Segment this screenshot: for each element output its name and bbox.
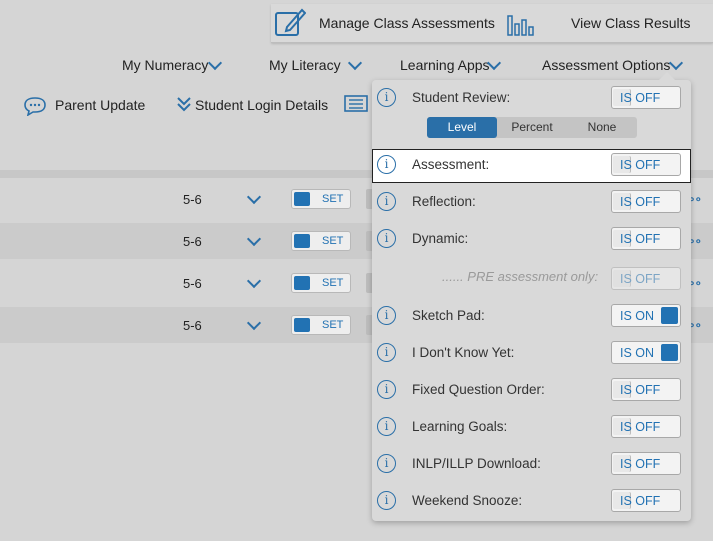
- option-student-review: i Student Review: IS OFF: [372, 84, 691, 114]
- option-label: Student Review:: [412, 90, 511, 105]
- option-learning-goals: i Learning Goals: IS OFF: [372, 413, 691, 443]
- option-label: Learning Goals:: [412, 419, 508, 434]
- reflection-toggle[interactable]: IS OFF: [611, 190, 681, 213]
- chevron-down-icon[interactable]: [246, 189, 262, 205]
- pre-assessment-label: ...... PRE assessment only:: [442, 269, 599, 284]
- option-i-dont-know-yet: i I Don't Know Yet: IS ON: [372, 339, 691, 369]
- grade-cell: 5-6: [183, 234, 202, 249]
- segment-percent[interactable]: Percent: [497, 117, 567, 138]
- menu-learning-apps[interactable]: Learning Apps: [400, 57, 490, 73]
- info-icon[interactable]: i: [377, 88, 396, 107]
- set-toggle[interactable]: SET: [291, 315, 351, 335]
- weekend-snooze-toggle[interactable]: IS OFF: [611, 489, 681, 512]
- set-toggle[interactable]: SET: [291, 189, 351, 209]
- menu-my-numeracy[interactable]: My Numeracy: [122, 57, 208, 73]
- option-dynamic: i Dynamic: IS OFF: [372, 225, 691, 255]
- option-label: Reflection:: [412, 194, 476, 209]
- set-toggle[interactable]: SET: [291, 231, 351, 251]
- pre-assessment-option: ...... PRE assessment only:: [412, 262, 598, 284]
- inlp-illp-download-toggle[interactable]: IS OFF: [611, 452, 681, 475]
- parent-update-link[interactable]: Parent Update: [55, 97, 145, 113]
- student-review-toggle[interactable]: IS OFF: [611, 86, 681, 109]
- option-reflection: i Reflection: IS OFF: [372, 188, 691, 218]
- chevron-down-icon[interactable]: [246, 315, 262, 331]
- segment-level[interactable]: Level: [427, 117, 497, 138]
- option-label: Dynamic:: [412, 231, 469, 246]
- sketch-pad-toggle[interactable]: IS ON: [611, 304, 681, 327]
- grade-cell: 5-6: [183, 276, 202, 291]
- double-chevron-down-icon[interactable]: [176, 96, 192, 114]
- segment-none[interactable]: None: [567, 117, 637, 138]
- option-assessment: i Assessment: IS OFF: [372, 151, 691, 181]
- i-dont-know-yet-toggle[interactable]: IS ON: [611, 341, 681, 364]
- info-icon[interactable]: i: [377, 306, 396, 325]
- assessment-options-popup: i Student Review: IS OFF Level Percent N…: [372, 72, 691, 521]
- bar-chart-icon[interactable]: [507, 12, 537, 36]
- assessment-toggle[interactable]: IS OFF: [611, 153, 681, 176]
- info-icon[interactable]: i: [377, 155, 396, 174]
- info-icon[interactable]: i: [377, 343, 396, 362]
- chevron-down-icon[interactable]: [246, 231, 262, 247]
- info-icon[interactable]: i: [377, 192, 396, 211]
- learning-goals-toggle[interactable]: IS OFF: [611, 415, 681, 438]
- chevron-down-icon[interactable]: [668, 55, 684, 71]
- info-icon[interactable]: i: [377, 229, 396, 248]
- option-label: Assessment:: [412, 157, 490, 172]
- info-icon[interactable]: i: [377, 380, 396, 399]
- info-icon[interactable]: i: [377, 417, 396, 436]
- menu-my-literacy[interactable]: My Literacy: [269, 57, 341, 73]
- option-inlp-illp-download: i INLP/ILLP Download: IS OFF: [372, 450, 691, 480]
- chevron-down-icon[interactable]: [207, 55, 223, 71]
- option-label: Weekend Snooze:: [412, 493, 523, 508]
- manage-toolbar: Manage Class Assessments View Class Resu…: [271, 4, 713, 43]
- option-fixed-question-order: i Fixed Question Order: IS OFF: [372, 376, 691, 406]
- option-label: Fixed Question Order:: [412, 382, 545, 397]
- manage-class-assessments-link[interactable]: Manage Class Assessments: [319, 15, 495, 31]
- info-icon[interactable]: i: [377, 491, 396, 510]
- pre-assessment-toggle[interactable]: IS OFF: [611, 267, 681, 290]
- edit-square-icon[interactable]: [274, 7, 306, 39]
- set-toggle[interactable]: SET: [291, 273, 351, 293]
- grade-cell: 5-6: [183, 192, 202, 207]
- grade-cell: 5-6: [183, 318, 202, 333]
- list-icon[interactable]: [344, 95, 370, 115]
- option-label: INLP/ILLP Download:: [412, 456, 541, 471]
- student-login-details-link[interactable]: Student Login Details: [195, 97, 328, 113]
- chevron-down-icon[interactable]: [347, 55, 363, 71]
- option-label: Sketch Pad:: [412, 308, 485, 323]
- menu-assessment-options[interactable]: Assessment Options: [542, 57, 670, 73]
- option-sketch-pad: i Sketch Pad: IS ON: [372, 302, 691, 332]
- fixed-question-order-toggle[interactable]: IS OFF: [611, 378, 681, 401]
- option-weekend-snooze: i Weekend Snooze: IS OFF: [372, 487, 691, 517]
- speech-bubble-icon[interactable]: [23, 96, 47, 116]
- view-class-results-link[interactable]: View Class Results: [571, 15, 691, 31]
- option-label: I Don't Know Yet:: [412, 345, 515, 360]
- info-icon[interactable]: i: [377, 454, 396, 473]
- chevron-down-icon[interactable]: [246, 273, 262, 289]
- dynamic-toggle[interactable]: IS OFF: [611, 227, 681, 250]
- review-mode-segmented-control: Level Percent None: [427, 117, 637, 138]
